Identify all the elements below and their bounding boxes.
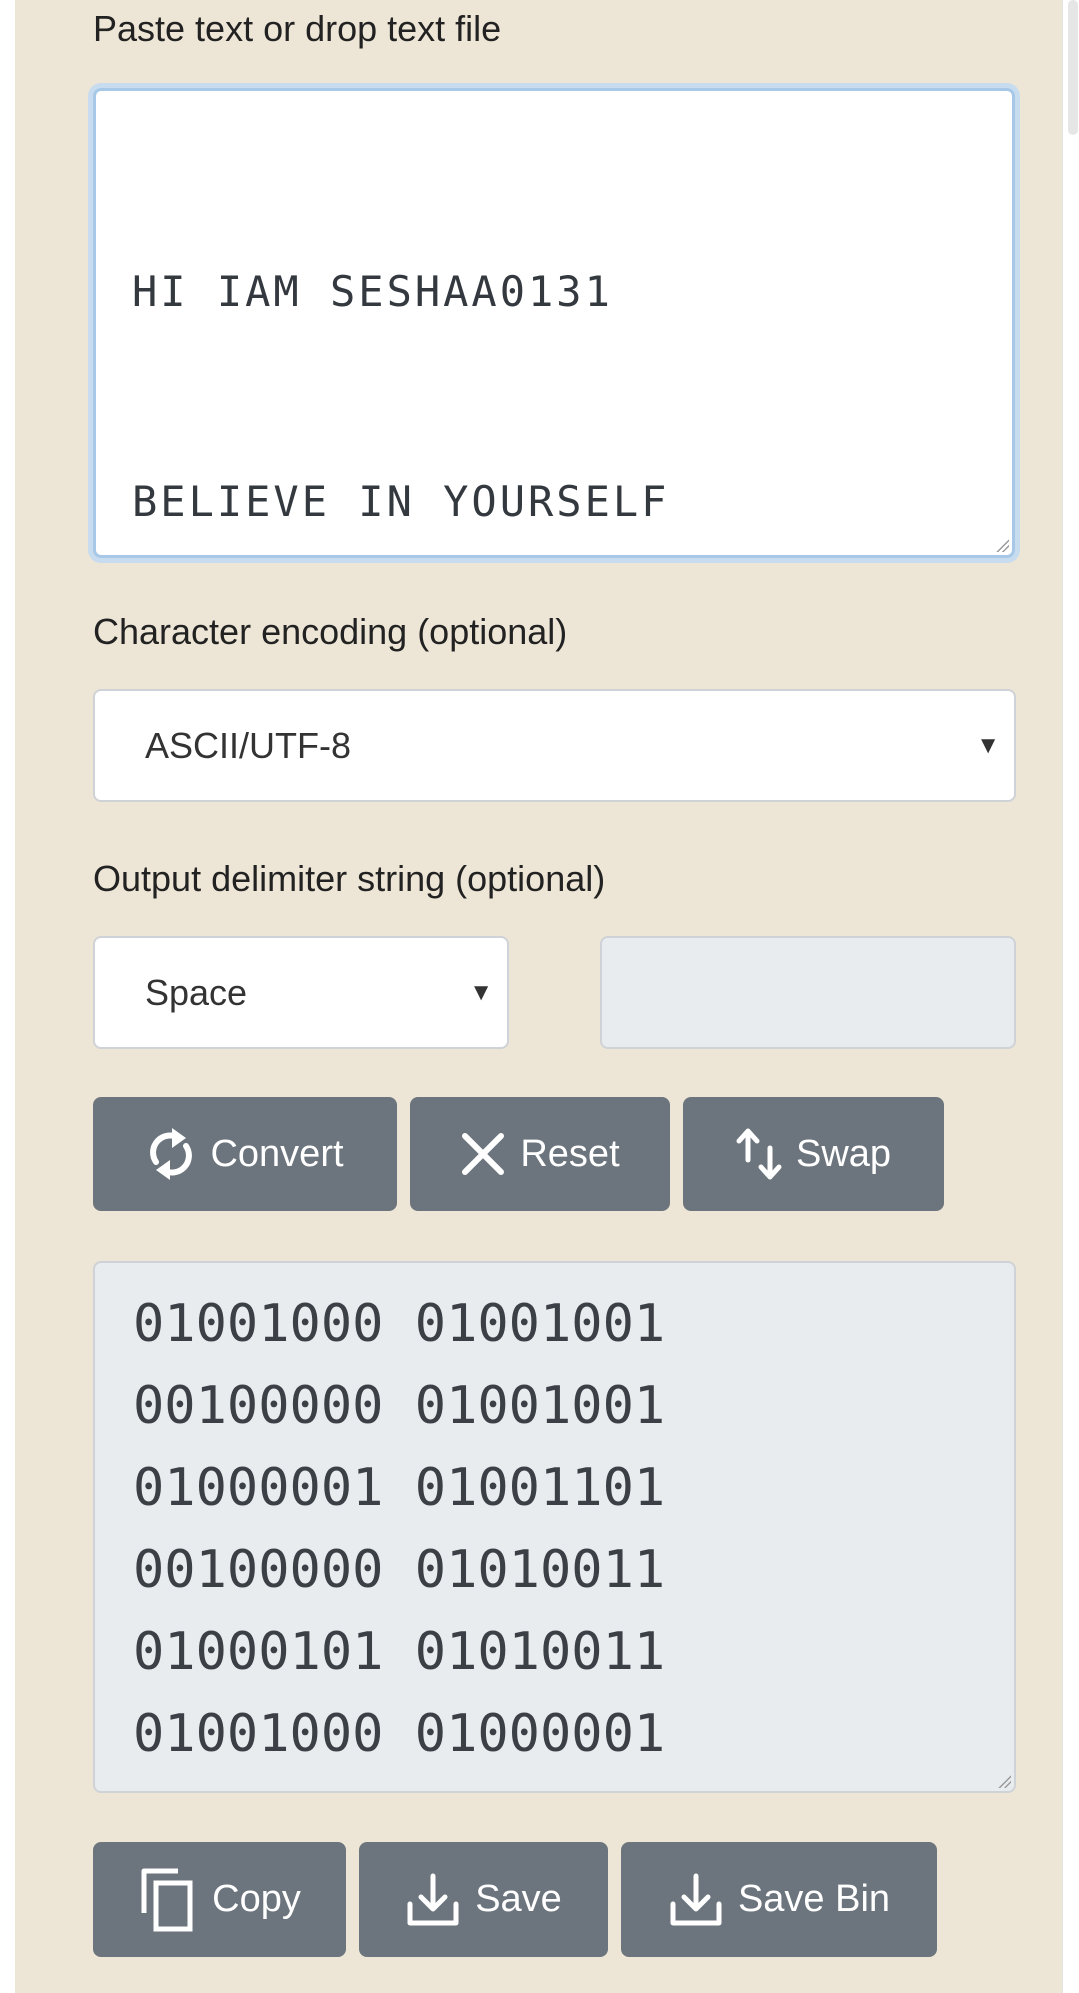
swap-button-label: Swap: [795, 1132, 892, 1175]
copy-button-label: Copy: [212, 1878, 301, 1920]
copy-button[interactable]: Copy: [93, 1842, 346, 1957]
close-icon: [462, 1133, 505, 1175]
swap-arrows-icon: [736, 1128, 782, 1180]
input-line: BELIEVE IN YOURSELF: [132, 477, 670, 526]
chevron-down-icon: ▼: [976, 731, 1000, 759]
output-line: 00100000 01010011: [133, 1540, 666, 1600]
output-textarea[interactable]: 01001000 01001001 00100000 01001001 0100…: [93, 1261, 1016, 1793]
encoding-select[interactable]: ASCII/UTF-8 ▼: [93, 689, 1016, 802]
input-textarea[interactable]: HI IAM SESHAA0131 BELIEVE IN YOURSELF: [93, 88, 1015, 558]
output-line: 01000101 01010011: [133, 1622, 666, 1682]
custom-delimiter-input[interactable]: [600, 936, 1016, 1049]
output-line: 01001000 01000001: [133, 1704, 666, 1764]
encoding-selected-value: ASCII/UTF-8: [145, 724, 352, 766]
encoding-label: Character encoding (optional): [93, 611, 568, 652]
download-icon: [670, 1873, 722, 1925]
delimiter-select[interactable]: Space ▼: [93, 936, 509, 1049]
delimiter-selected-value: Space: [145, 971, 248, 1013]
save-bin-button-label: Save Bin: [737, 1878, 891, 1920]
output-line: 01000001 01001101: [133, 1458, 666, 1518]
delimiter-label: Output delimiter string (optional): [93, 858, 606, 899]
save-button-label: Save: [475, 1878, 562, 1920]
copy-icon: [141, 1868, 193, 1931]
resize-grip-icon[interactable]: [995, 538, 1009, 552]
output-line: 00100000 01001001: [133, 1376, 666, 1436]
reset-button[interactable]: Reset: [410, 1097, 670, 1211]
resize-grip-icon[interactable]: [997, 1774, 1011, 1788]
refresh-icon: [150, 1128, 193, 1180]
input-line: HI IAM SESHAA0131: [132, 267, 613, 316]
chevron-down-icon: ▼: [469, 978, 493, 1006]
reset-button-label: Reset: [520, 1132, 620, 1175]
output-line: 01001000 01001001: [133, 1294, 666, 1354]
input-label: Paste text or drop text file: [93, 8, 502, 49]
save-bin-button[interactable]: Save Bin: [621, 1842, 937, 1957]
page-scrollbar[interactable]: [1062, 0, 1079, 1993]
converter-panel: Paste text or drop text file HI IAM SESH…: [15, 0, 1062, 1993]
convert-button[interactable]: Convert: [93, 1097, 397, 1211]
scrollbar-thumb[interactable]: [1068, 0, 1078, 135]
download-icon: [407, 1873, 459, 1925]
swap-button[interactable]: Swap: [683, 1097, 944, 1211]
save-button[interactable]: Save: [359, 1842, 608, 1957]
convert-button-label: Convert: [210, 1132, 344, 1175]
